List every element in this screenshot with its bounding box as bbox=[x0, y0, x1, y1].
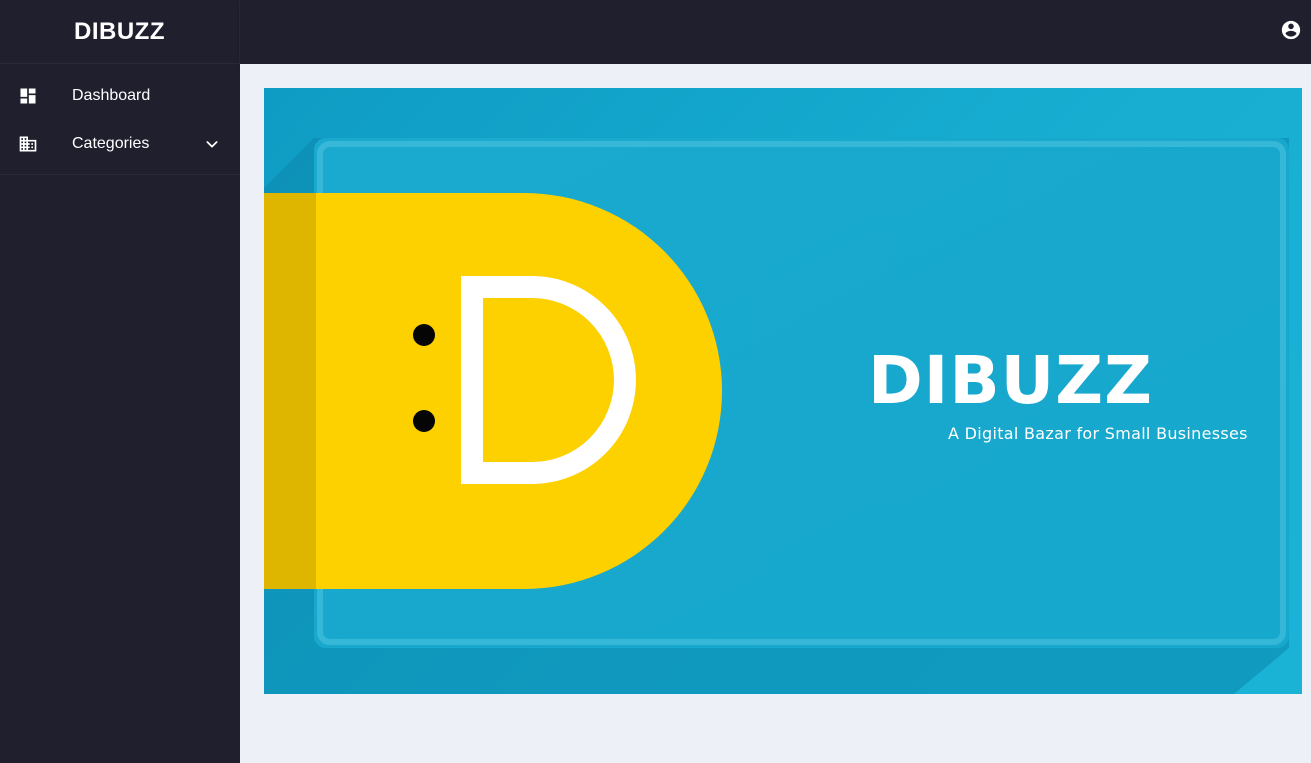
sidebar-item-dashboard[interactable]: Dashboard bbox=[0, 72, 240, 120]
brand-title: DIBUZZ bbox=[74, 17, 165, 45]
hero-banner: DIBUZZ A Digital Bazar for Small Busines… bbox=[264, 88, 1302, 694]
account-button[interactable] bbox=[1279, 20, 1303, 44]
sidebar-brand[interactable]: DIBUZZ bbox=[0, 0, 240, 64]
account-circle-icon bbox=[1280, 19, 1302, 46]
sidebar-item-label: Categories bbox=[72, 135, 150, 152]
chevron-down-icon[interactable] bbox=[204, 136, 220, 152]
main-content: DIBUZZ A Digital Bazar for Small Busines… bbox=[240, 64, 1311, 763]
sidebar-item-categories[interactable]: Categories bbox=[0, 120, 240, 168]
dashboard-icon bbox=[18, 86, 38, 106]
building-icon bbox=[18, 134, 38, 154]
sidebar-item-label: Dashboard bbox=[72, 87, 151, 104]
app-root: DIBUZZ Dashboard Categories DIBUZZ A Dig… bbox=[0, 0, 1311, 763]
sidebar-nav: Dashboard Categories bbox=[0, 64, 240, 175]
topbar bbox=[240, 0, 1311, 64]
banner-tagline: A Digital Bazar for Small Businesses bbox=[948, 424, 1248, 443]
banner-title: DIBUZZ bbox=[868, 342, 1153, 419]
sidebar: DIBUZZ Dashboard Categories bbox=[0, 0, 240, 763]
